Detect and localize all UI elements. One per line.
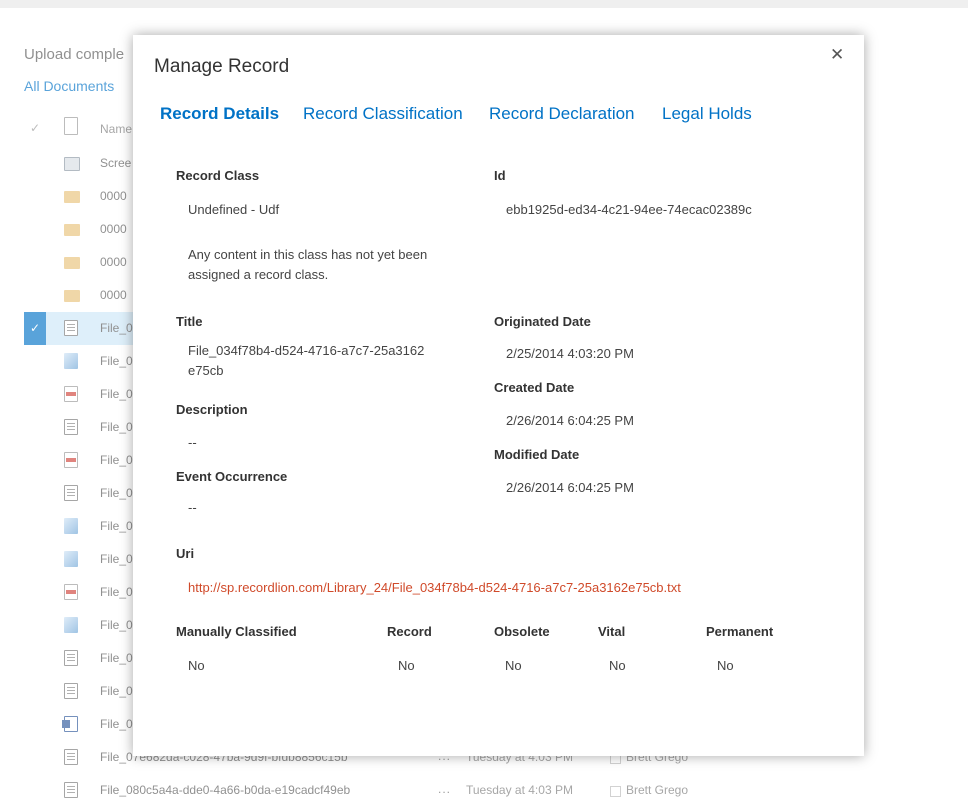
originated-date-value: 2/25/2014 4:03:20 PM — [506, 346, 634, 361]
modified-date-value: 2/26/2014 6:04:25 PM — [506, 480, 634, 495]
originated-date-label: Originated Date — [494, 314, 591, 329]
permanent-label: Permanent — [706, 624, 774, 639]
image-file-icon — [64, 518, 78, 534]
permanent-value: No — [717, 658, 734, 673]
event-occurrence-label: Event Occurrence — [176, 469, 288, 484]
manually-classified-value: No — [188, 658, 205, 673]
folder-icon — [64, 257, 80, 269]
row-checked-icon[interactable]: ✓ — [24, 312, 46, 345]
file-name[interactable]: File_0 — [100, 354, 133, 368]
more-options-icon[interactable]: ... — [438, 782, 451, 796]
folder-icon — [64, 191, 80, 203]
image-file-icon — [64, 353, 78, 369]
record-flag-label: Record — [387, 624, 432, 639]
title-value: File_034f78b4-d524-4716-a7c7-25a3162e75c… — [188, 343, 425, 378]
modified-date: Tuesday at 4:03 PM — [466, 783, 573, 797]
id-label: Id — [494, 168, 506, 183]
file-name[interactable]: 0000 — [100, 189, 127, 203]
record-class-value: Undefined - Udf — [188, 202, 280, 217]
text-file-icon — [64, 749, 78, 765]
description-label: Description — [176, 402, 248, 417]
folder-icon — [64, 224, 80, 236]
select-all-check-icon[interactable]: ✓ — [30, 121, 40, 135]
record-class-label: Record Class — [176, 168, 260, 183]
obsolete-label: Obsolete — [494, 624, 550, 639]
file-name[interactable]: File_0 — [100, 717, 133, 731]
title-label: Title — [176, 314, 203, 329]
uri-link[interactable]: http://sp.recordlion.com/Library_24/File… — [188, 580, 681, 595]
modified-by[interactable]: Brett Grego — [626, 783, 688, 797]
upload-status-text: Upload comple — [24, 46, 125, 63]
name-column-header[interactable]: Name — [100, 122, 132, 136]
file-name[interactable]: File_0 — [100, 552, 133, 566]
created-date-value: 2/26/2014 6:04:25 PM — [506, 413, 634, 428]
top-bar — [0, 0, 968, 8]
pdf-file-icon — [64, 386, 78, 402]
record-flag-value: No — [398, 658, 415, 673]
presence-checkbox — [610, 786, 621, 797]
modified-date-label: Modified Date — [494, 447, 580, 462]
tab-record-classification[interactable]: Record Classification — [303, 104, 463, 124]
obsolete-value: No — [505, 658, 522, 673]
vital-label: Vital — [598, 624, 626, 639]
image-file-icon — [64, 617, 78, 633]
text-file-icon — [64, 485, 78, 501]
document-type-header-icon — [64, 117, 78, 135]
vital-value: No — [609, 658, 626, 673]
created-date-label: Created Date — [494, 380, 575, 395]
file-name[interactable]: 0000 — [100, 255, 127, 269]
manually-classified-label: Manually Classified — [176, 624, 297, 639]
text-file-icon — [64, 650, 78, 666]
pdf-file-icon — [64, 452, 78, 468]
file-name[interactable]: File_0 — [100, 651, 133, 665]
file-name[interactable]: File_0 — [100, 420, 133, 434]
text-file-icon — [64, 320, 78, 336]
record-class-description: Any content in this class has not yet be… — [188, 247, 428, 282]
event-occurrence-value: -- — [188, 500, 197, 515]
image-icon-screen — [64, 157, 80, 171]
tab-record-details[interactable]: Record Details — [160, 104, 279, 124]
tab-legal-holds[interactable]: Legal Holds — [662, 104, 752, 124]
text-file-icon — [64, 419, 78, 435]
file-name[interactable]: 0000 — [100, 288, 127, 302]
list-item[interactable]: File_080c5a4a-dde0-4a66-b0da-e19cadcf49e… — [0, 774, 968, 807]
file-name[interactable]: File_0 — [100, 684, 133, 698]
text-file-icon — [64, 683, 78, 699]
file-name[interactable]: File_0 — [100, 486, 133, 500]
file-name[interactable]: File_0 — [100, 618, 133, 632]
tab-record-declaration[interactable]: Record Declaration — [489, 104, 635, 124]
file-name[interactable]: File_0 — [100, 387, 133, 401]
word-file-icon — [62, 716, 78, 732]
file-name[interactable]: File_080c5a4a-dde0-4a66-b0da-e19cadcf49e… — [100, 783, 350, 797]
view-all-documents-link[interactable]: All Documents — [24, 78, 114, 94]
id-value: ebb1925d-ed34-4c21-94ee-74ecac02389c — [506, 202, 752, 217]
file-name[interactable]: File_0 — [100, 321, 133, 335]
manage-record-dialog: Manage Record ✕ Record Details Record Cl… — [133, 35, 864, 756]
file-name[interactable]: 0000 — [100, 222, 127, 236]
uri-label: Uri — [176, 546, 195, 561]
dialog-title: Manage Record — [154, 56, 290, 77]
close-icon[interactable]: ✕ — [830, 45, 844, 65]
file-name[interactable]: Scree — [100, 156, 131, 170]
description-value: -- — [188, 435, 197, 450]
folder-icon — [64, 290, 80, 302]
file-name[interactable]: File_0 — [100, 519, 133, 533]
file-name[interactable]: File_0 — [100, 585, 133, 599]
file-name[interactable]: File_0 — [100, 453, 133, 467]
text-file-icon — [64, 782, 78, 798]
image-file-icon — [64, 551, 78, 567]
pdf-file-icon — [64, 584, 78, 600]
